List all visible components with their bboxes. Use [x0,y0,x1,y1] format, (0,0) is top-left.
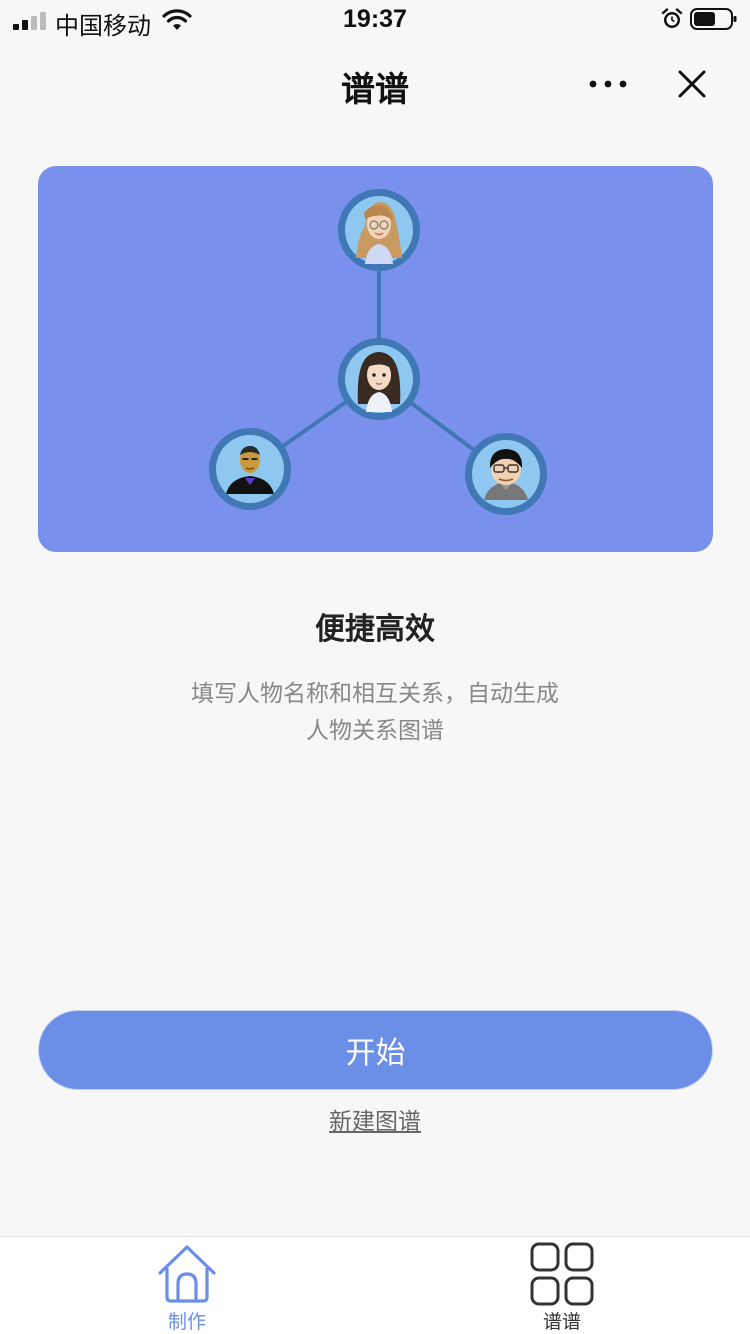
more-button[interactable] [583,64,633,104]
feature-description-line: 人物关系图谱 [306,718,444,744]
tab-make[interactable]: 制作 [112,1237,262,1334]
nav-bar: 谱谱 [0,40,750,128]
new-graph-row: 新建图谱 [0,1102,750,1136]
woman-with-glasses-avatar [338,189,420,271]
home-icon [158,1245,216,1303]
tab-graphs[interactable]: 谱谱 [487,1237,637,1334]
alarm-icon [661,8,683,28]
start-button[interactable]: 开始 [38,1010,713,1090]
tab-label: 谱谱 [542,1311,581,1333]
close-button[interactable] [668,60,716,108]
man-with-glasses-avatar [465,433,547,515]
bald-man-avatar [209,428,291,510]
status-bar: 中国移动 19:37 [0,0,750,40]
grid-icon [530,1242,594,1306]
feature-description: 填写人物名称和相互关系，自动生成 人物关系图谱 [150,676,600,750]
battery-icon [690,8,737,30]
feature-description-line: 填写人物名称和相互关系，自动生成 [191,681,559,707]
page-title: 谱谱 [341,70,409,110]
hero-illustration [38,166,713,552]
close-icon [678,70,706,98]
more-dots-icon [589,80,627,88]
status-time: 19:37 [343,5,407,33]
woman-avatar [338,338,420,420]
feature-title: 便捷高效 [315,612,435,647]
relationship-graph-illustration [209,189,547,515]
tab-bar: 制作 谱谱 [0,1236,750,1334]
new-graph-link[interactable]: 新建图谱 [329,1109,421,1135]
tab-label: 制作 [167,1311,206,1333]
